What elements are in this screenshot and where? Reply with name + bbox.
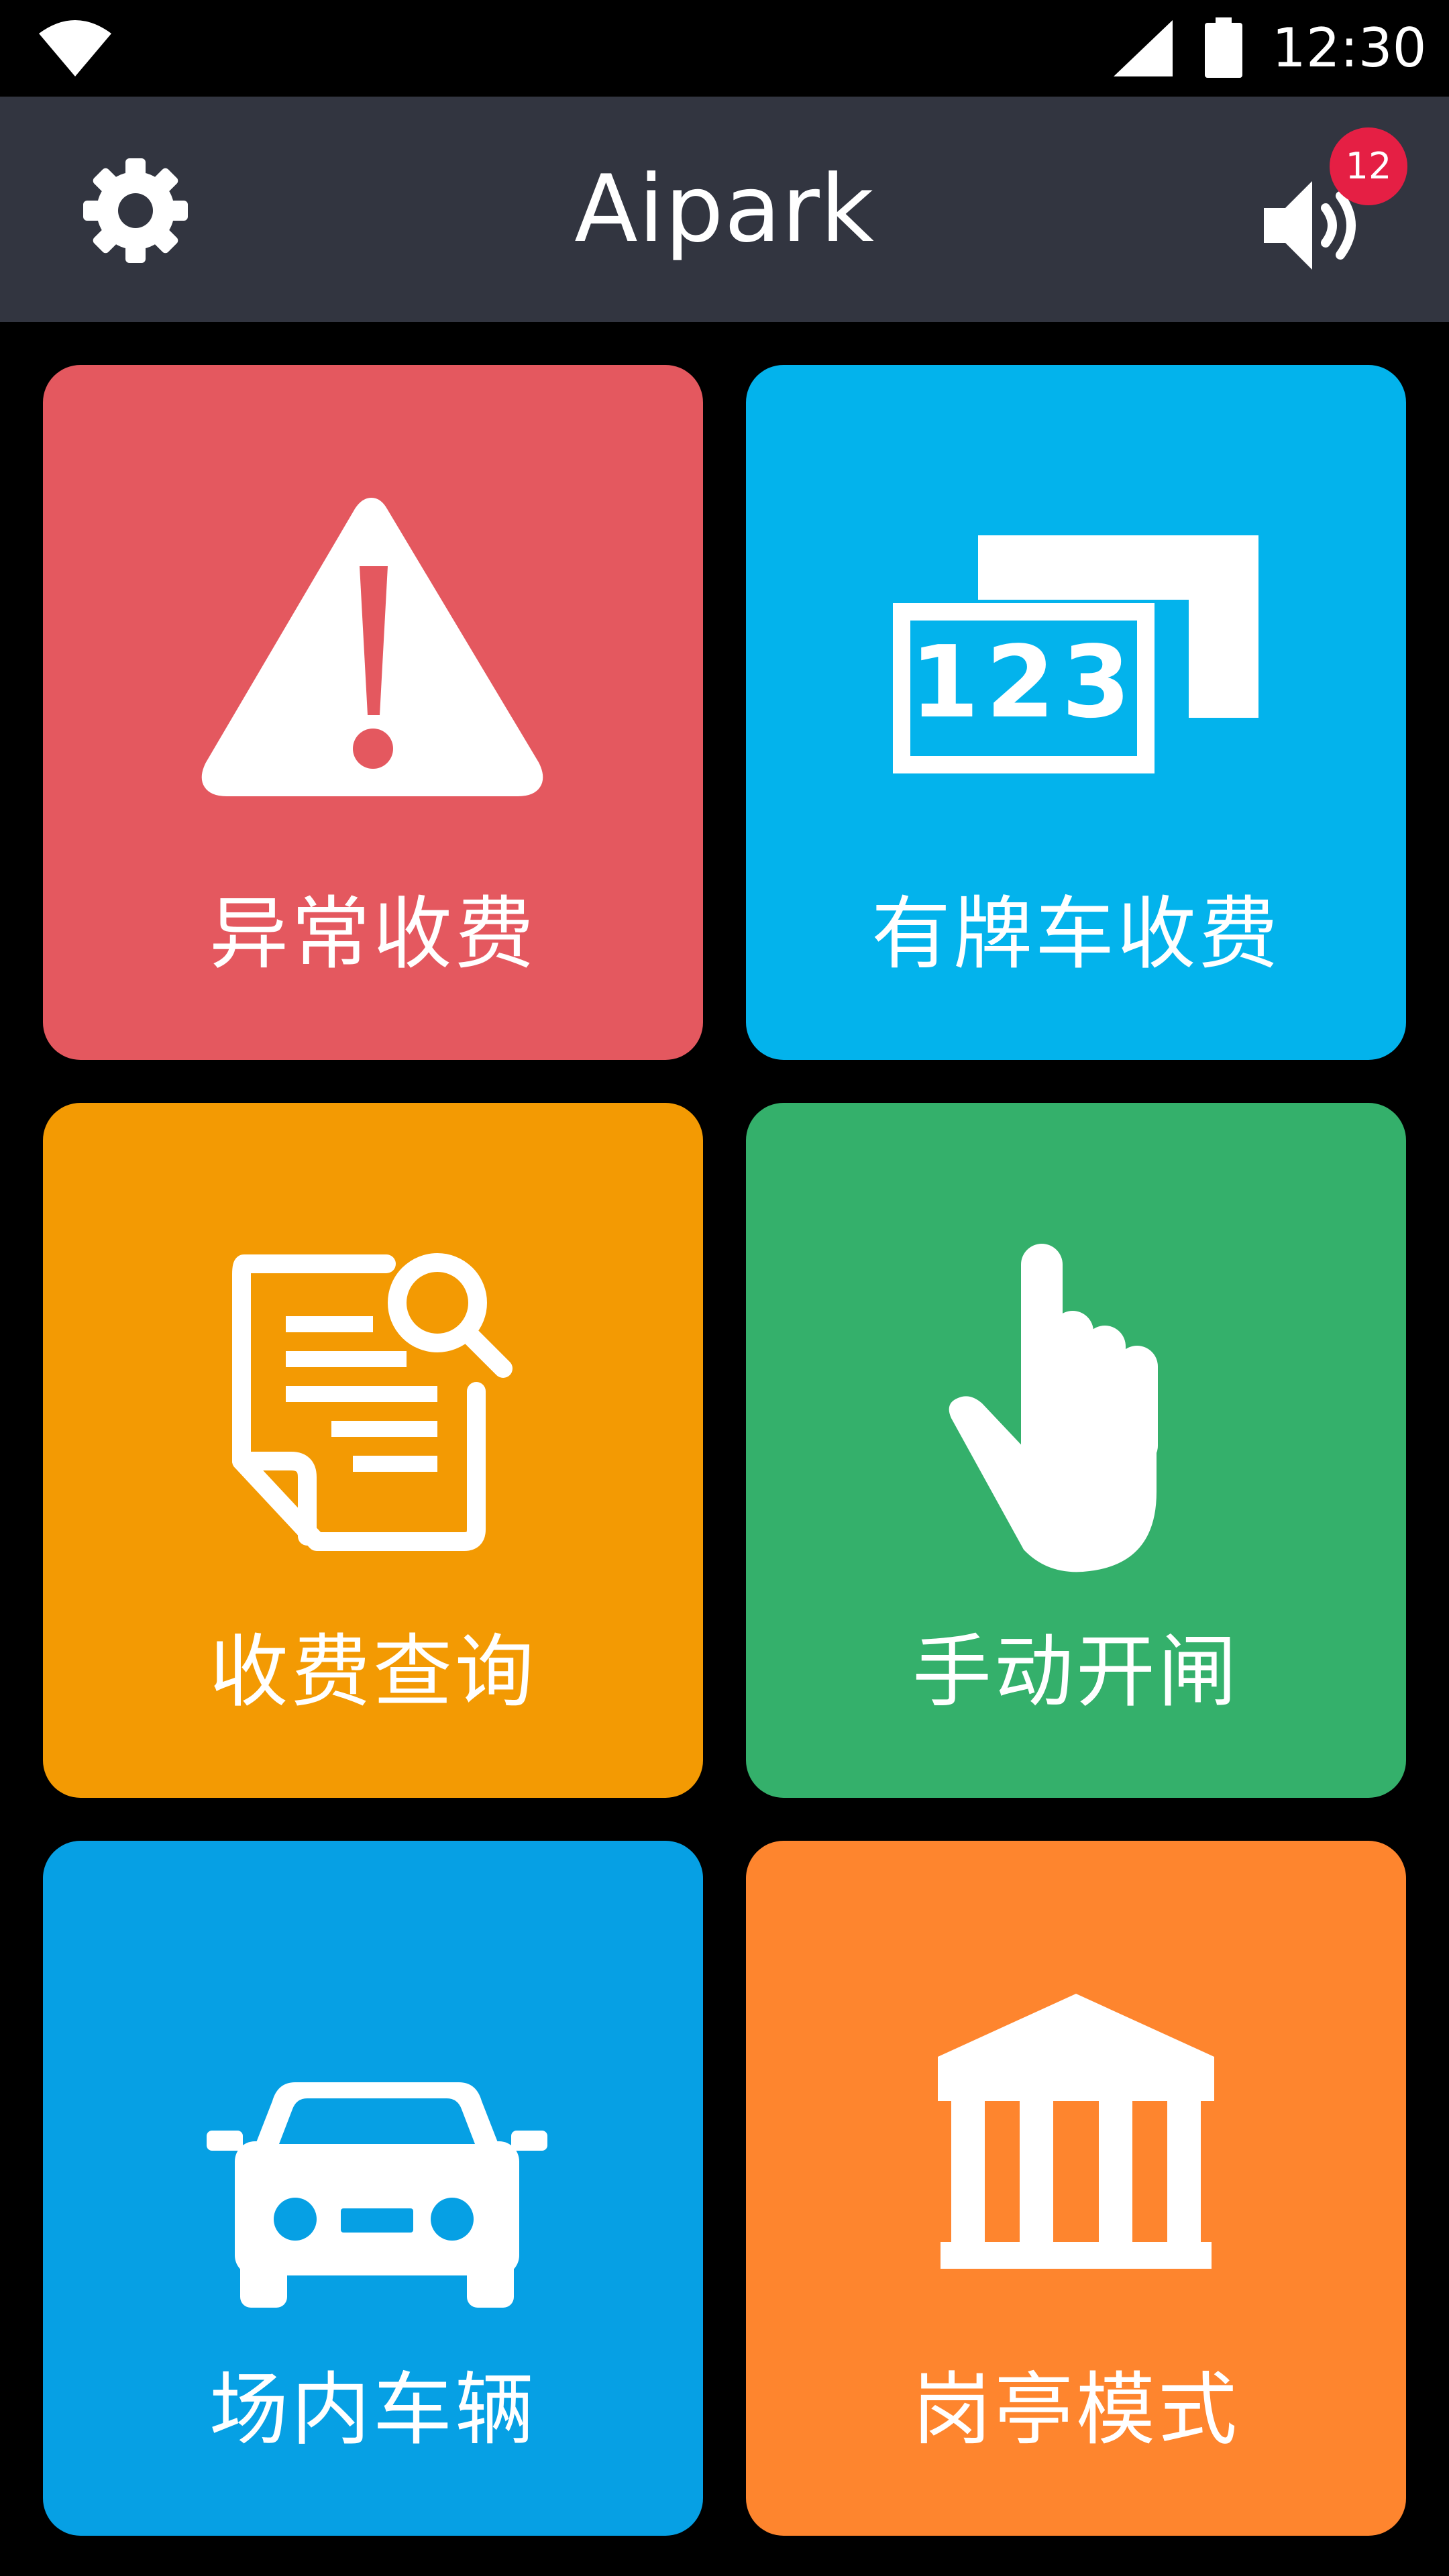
tile-label: 收费查询 (209, 1625, 537, 1718)
tile-plate-fee[interactable]: 123 有牌车收费 (746, 365, 1406, 1060)
tile-label: 场内车辆 (209, 2363, 537, 2456)
tile-booth-mode[interactable]: 岗亭模式 (746, 1841, 1406, 2536)
tile-vehicles-in-lot[interactable]: 场内车辆 (43, 1841, 703, 2536)
app-bar: Aipark (0, 97, 1449, 322)
status-bar: 12:30 (0, 0, 1449, 97)
app-title: Aipark (574, 155, 875, 263)
wifi-icon (39, 20, 111, 76)
cell-signal-icon (1114, 20, 1173, 76)
tile-label: 岗亭模式 (912, 2363, 1240, 2456)
tile-manual-gate[interactable]: 手动开闸 (746, 1103, 1406, 1798)
tile-label: 有牌车收费 (871, 888, 1281, 980)
plate-number: 123 (910, 625, 1138, 740)
notification-badge: 12 (1330, 127, 1407, 205)
tile-abnormal-fee[interactable]: 异常收费 (43, 365, 703, 1060)
tile-label: 手动开闸 (912, 1625, 1240, 1718)
clock: 12:30 (1272, 17, 1427, 79)
tile-label: 异常收费 (209, 888, 537, 980)
battery-icon (1205, 17, 1242, 78)
tile-fee-query[interactable]: 收费查询 (43, 1103, 703, 1798)
screen: 12:30 Aipark 12 异常收费 123 有牌车收费 收费查询 手动开闸… (0, 0, 1449, 2576)
